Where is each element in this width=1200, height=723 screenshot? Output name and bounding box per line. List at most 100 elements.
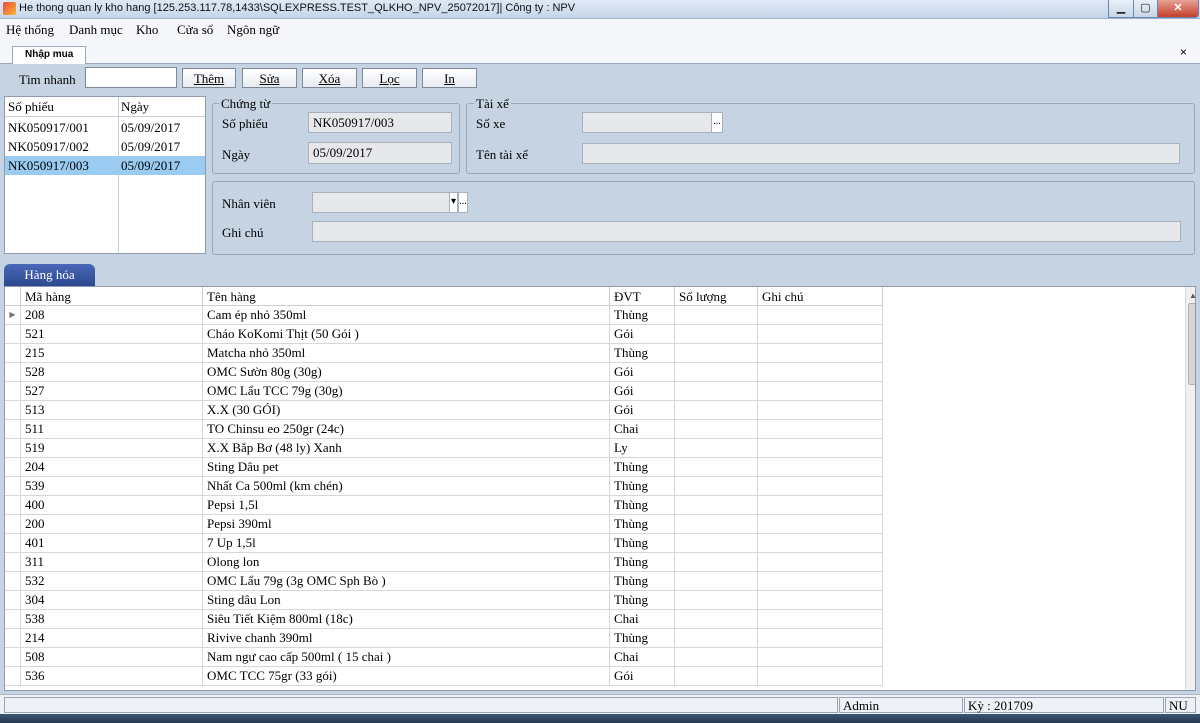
ma-hang-cell[interactable]: 401: [21, 534, 203, 552]
goods-row[interactable]: 200 Pepsi 390ml Thùng: [5, 515, 883, 534]
dvt-cell[interactable]: Chai: [610, 610, 675, 628]
ten-hang-cell[interactable]: OMC Lẩu 79g (3g OMC Sph Bò ): [203, 572, 610, 590]
ma-hang-cell[interactable]: 519: [21, 439, 203, 457]
so-luong-cell[interactable]: [675, 591, 758, 609]
so-luong-cell[interactable]: [675, 477, 758, 495]
maximize-button[interactable]: ▢: [1133, 0, 1158, 18]
dvt-cell[interactable]: Thùng: [610, 477, 675, 495]
ten-hang-cell[interactable]: OMC Lẩu TCC 79g (30g): [203, 382, 610, 400]
minimize-button[interactable]: ▁: [1108, 0, 1134, 18]
document-row[interactable]: NK050917/002 05/09/2017: [5, 137, 205, 156]
ngay-field[interactable]: 05/09/2017: [308, 142, 452, 164]
header-ghi-chu[interactable]: Ghi chú: [758, 287, 883, 306]
goods-row[interactable]: 539 Nhất Ca 500ml (km chén) Thùng: [5, 477, 883, 496]
goods-row[interactable]: 401 7 Up 1,5l Thùng: [5, 534, 883, 553]
goods-row[interactable]: 538 Siêu Tiết Kiệm 800ml (18c) Chai: [5, 610, 883, 629]
ten-hang-cell[interactable]: Nhất Ca 500ml (km chén): [203, 477, 610, 495]
ten-hang-cell[interactable]: X.X (30 GÓI): [203, 401, 610, 419]
row-selector[interactable]: [5, 610, 21, 628]
header-dvt[interactable]: ĐVT: [610, 287, 675, 306]
row-selector[interactable]: [5, 553, 21, 571]
ten-hang-cell[interactable]: Pepsi 1,5l: [203, 496, 610, 514]
ma-hang-cell[interactable]: 215: [21, 344, 203, 362]
header-so-luong[interactable]: Số lượng: [675, 287, 758, 306]
ghi-chu-cell[interactable]: [758, 401, 883, 419]
so-luong-cell[interactable]: [675, 610, 758, 628]
ghi-chu-cell[interactable]: [758, 363, 883, 381]
ghi-chu-cell[interactable]: [758, 572, 883, 590]
ma-hang-cell[interactable]: 204: [21, 458, 203, 476]
ten-hang-cell[interactable]: Nam ngư cao cấp 500ml ( 15 chai ): [203, 648, 610, 666]
ghi-chu-cell[interactable]: [758, 553, 883, 571]
goods-row[interactable]: 527 OMC Lẩu TCC 79g (30g) Gói: [5, 382, 883, 401]
goods-row[interactable]: 400 Pepsi 1,5l Thùng: [5, 496, 883, 515]
row-selector[interactable]: [5, 515, 21, 533]
menu-kho[interactable]: Kho: [136, 22, 158, 38]
ghi-chu-cell[interactable]: [758, 610, 883, 628]
row-selector[interactable]: [5, 629, 21, 647]
filter-button[interactable]: Lọc: [362, 68, 417, 88]
ghi-chu-cell[interactable]: [758, 496, 883, 514]
nhan-vien-lookup-button[interactable]: ...: [458, 192, 468, 213]
so-luong-cell[interactable]: [675, 534, 758, 552]
nhan-vien-field[interactable]: [312, 192, 450, 213]
ma-hang-cell[interactable]: 539: [21, 477, 203, 495]
document-row[interactable]: NK050917/001 05/09/2017: [5, 118, 205, 137]
dvt-cell[interactable]: Chai: [610, 420, 675, 438]
row-selector[interactable]: [5, 401, 21, 419]
ghi-chu-cell[interactable]: [758, 344, 883, 362]
ma-hang-cell[interactable]: 511: [21, 420, 203, 438]
ma-hang-cell[interactable]: 528: [21, 363, 203, 381]
document-list[interactable]: Số phiếu Ngày NK050917/001 05/09/2017 NK…: [4, 96, 206, 254]
menu-he-thong[interactable]: Hệ thống: [6, 22, 54, 38]
ghi-chu-cell[interactable]: [758, 306, 883, 324]
goods-row[interactable]: 521 Cháo KoKomi Thịt (50 Gói ) Gói: [5, 325, 883, 344]
ma-hang-cell[interactable]: 513: [21, 401, 203, 419]
goods-row[interactable]: 311 Olong lon Thùng: [5, 553, 883, 572]
so-luong-cell[interactable]: [675, 648, 758, 666]
so-luong-cell[interactable]: [675, 629, 758, 647]
edit-button[interactable]: Sửa: [242, 68, 297, 88]
dvt-cell[interactable]: Chai: [610, 648, 675, 666]
vertical-scrollbar[interactable]: ▲: [1185, 287, 1195, 690]
add-button[interactable]: Thêm: [182, 68, 236, 88]
ma-hang-cell[interactable]: 508: [21, 648, 203, 666]
ten-hang-cell[interactable]: OMC TCC 75gr (33 gói): [203, 667, 610, 685]
so-luong-cell[interactable]: [675, 515, 758, 533]
row-selector[interactable]: [5, 458, 21, 476]
ten-hang-cell[interactable]: Sting Dâu pet: [203, 458, 610, 476]
ten-hang-cell[interactable]: 7 Up 1,5l: [203, 534, 610, 552]
tab-nhap-mua[interactable]: Nhập mua: [12, 46, 87, 64]
row-selector[interactable]: [5, 325, 21, 343]
so-luong-cell[interactable]: [675, 306, 758, 324]
dvt-cell[interactable]: Thùng: [610, 458, 675, 476]
so-xe-field[interactable]: [582, 112, 712, 133]
dvt-cell[interactable]: Gói: [610, 325, 675, 343]
ten-hang-cell[interactable]: Sting dâu Lon: [203, 591, 610, 609]
nhan-vien-dropdown[interactable]: ▾: [449, 192, 458, 213]
tab-hang-hoa[interactable]: Hàng hóa: [4, 264, 95, 286]
dvt-cell[interactable]: Thùng: [610, 344, 675, 362]
goods-grid[interactable]: Mã hàng Tên hàng ĐVT Số lượng Ghi chú ▶ 2…: [4, 286, 1196, 691]
so-luong-cell[interactable]: [675, 572, 758, 590]
so-luong-cell[interactable]: [675, 667, 758, 685]
goods-row[interactable]: 304 Sting dâu Lon Thùng: [5, 591, 883, 610]
ghi-chu-cell[interactable]: [758, 667, 883, 685]
ghi-chu-cell[interactable]: [758, 591, 883, 609]
dvt-cell[interactable]: Thùng: [610, 534, 675, 552]
so-phieu-field[interactable]: NK050917/003: [308, 112, 452, 133]
ten-tai-xe-field[interactable]: [582, 143, 1180, 164]
so-luong-cell[interactable]: [675, 496, 758, 514]
dvt-cell[interactable]: Thùng: [610, 591, 675, 609]
ghi-chu-cell[interactable]: [758, 515, 883, 533]
close-button[interactable]: ✕: [1157, 0, 1199, 18]
dvt-cell[interactable]: Thùng: [610, 572, 675, 590]
goods-row[interactable]: 204 Sting Dâu pet Thùng: [5, 458, 883, 477]
ma-hang-cell[interactable]: 304: [21, 591, 203, 609]
ghi-chu-cell[interactable]: [758, 382, 883, 400]
ten-hang-cell[interactable]: TO Chinsu eo 250gr (24c): [203, 420, 610, 438]
scroll-thumb[interactable]: [1188, 303, 1195, 385]
so-xe-lookup-button[interactable]: ...: [711, 112, 723, 133]
ten-hang-cell[interactable]: Rivive chanh 390ml: [203, 629, 610, 647]
scroll-up-icon[interactable]: ▲: [1189, 291, 1195, 300]
